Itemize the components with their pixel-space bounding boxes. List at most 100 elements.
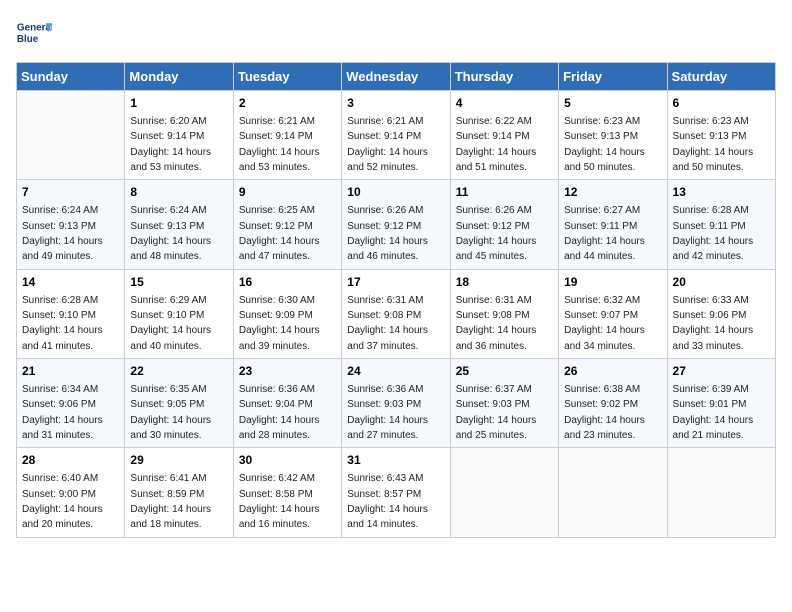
calendar-week-row: 14 Sunrise: 6:28 AM Sunset: 9:10 PM Dayli…: [17, 269, 776, 358]
day-info: Sunrise: 6:36 AM Sunset: 9:03 PM Dayligh…: [347, 384, 428, 441]
calendar-cell: [559, 448, 667, 537]
day-info: Sunrise: 6:26 AM Sunset: 9:12 PM Dayligh…: [456, 205, 537, 262]
day-number: 5: [564, 95, 661, 112]
day-info: Sunrise: 6:36 AM Sunset: 9:04 PM Dayligh…: [239, 384, 320, 441]
calendar-week-row: 21 Sunrise: 6:34 AM Sunset: 9:06 PM Dayli…: [17, 359, 776, 448]
day-number: 10: [347, 184, 444, 201]
day-number: 23: [239, 363, 336, 380]
day-info: Sunrise: 6:23 AM Sunset: 9:13 PM Dayligh…: [673, 116, 754, 173]
calendar-cell: 21 Sunrise: 6:34 AM Sunset: 9:06 PM Dayli…: [17, 359, 125, 448]
calendar-cell: 11 Sunrise: 6:26 AM Sunset: 9:12 PM Dayli…: [450, 180, 558, 269]
day-info: Sunrise: 6:42 AM Sunset: 8:58 PM Dayligh…: [239, 473, 320, 530]
weekday-header: Sunday: [17, 63, 125, 91]
day-info: Sunrise: 6:28 AM Sunset: 9:10 PM Dayligh…: [22, 295, 103, 352]
day-info: Sunrise: 6:28 AM Sunset: 9:11 PM Dayligh…: [673, 205, 754, 262]
day-number: 20: [673, 274, 770, 291]
day-info: Sunrise: 6:31 AM Sunset: 9:08 PM Dayligh…: [347, 295, 428, 352]
calendar-cell: 19 Sunrise: 6:32 AM Sunset: 9:07 PM Dayli…: [559, 269, 667, 358]
day-info: Sunrise: 6:40 AM Sunset: 9:00 PM Dayligh…: [22, 473, 103, 530]
day-number: 31: [347, 452, 444, 469]
day-info: Sunrise: 6:32 AM Sunset: 9:07 PM Dayligh…: [564, 295, 645, 352]
day-info: Sunrise: 6:21 AM Sunset: 9:14 PM Dayligh…: [347, 116, 428, 173]
calendar-cell: 14 Sunrise: 6:28 AM Sunset: 9:10 PM Dayli…: [17, 269, 125, 358]
day-number: 24: [347, 363, 444, 380]
day-number: 4: [456, 95, 553, 112]
day-number: 18: [456, 274, 553, 291]
calendar-table: SundayMondayTuesdayWednesdayThursdayFrid…: [16, 62, 776, 538]
day-info: Sunrise: 6:31 AM Sunset: 9:08 PM Dayligh…: [456, 295, 537, 352]
day-info: Sunrise: 6:25 AM Sunset: 9:12 PM Dayligh…: [239, 205, 320, 262]
logo-icon: General Blue: [16, 16, 52, 52]
calendar-cell: 3 Sunrise: 6:21 AM Sunset: 9:14 PM Daylig…: [342, 91, 450, 180]
day-info: Sunrise: 6:24 AM Sunset: 9:13 PM Dayligh…: [22, 205, 103, 262]
calendar-week-row: 28 Sunrise: 6:40 AM Sunset: 9:00 PM Dayli…: [17, 448, 776, 537]
calendar-cell: 9 Sunrise: 6:25 AM Sunset: 9:12 PM Daylig…: [233, 180, 341, 269]
day-info: Sunrise: 6:27 AM Sunset: 9:11 PM Dayligh…: [564, 205, 645, 262]
day-number: 1: [130, 95, 227, 112]
day-info: Sunrise: 6:29 AM Sunset: 9:10 PM Dayligh…: [130, 295, 211, 352]
day-info: Sunrise: 6:21 AM Sunset: 9:14 PM Dayligh…: [239, 116, 320, 173]
day-number: 26: [564, 363, 661, 380]
weekday-header: Monday: [125, 63, 233, 91]
calendar-cell: 2 Sunrise: 6:21 AM Sunset: 9:14 PM Daylig…: [233, 91, 341, 180]
calendar-cell: [450, 448, 558, 537]
day-info: Sunrise: 6:39 AM Sunset: 9:01 PM Dayligh…: [673, 384, 754, 441]
calendar-cell: 27 Sunrise: 6:39 AM Sunset: 9:01 PM Dayli…: [667, 359, 775, 448]
calendar-cell: 22 Sunrise: 6:35 AM Sunset: 9:05 PM Dayli…: [125, 359, 233, 448]
day-number: 13: [673, 184, 770, 201]
day-info: Sunrise: 6:34 AM Sunset: 9:06 PM Dayligh…: [22, 384, 103, 441]
calendar-cell: 29Sunrise: 6:41 AM Sunset: 8:59 PM Dayli…: [125, 448, 233, 537]
calendar-cell: 31 Sunrise: 6:43 AM Sunset: 8:57 PM Dayli…: [342, 448, 450, 537]
calendar-cell: 28 Sunrise: 6:40 AM Sunset: 9:00 PM Dayli…: [17, 448, 125, 537]
day-number: 15: [130, 274, 227, 291]
calendar-cell: 10Sunrise: 6:26 AM Sunset: 9:12 PM Dayli…: [342, 180, 450, 269]
calendar-cell: 30Sunrise: 6:42 AM Sunset: 8:58 PM Dayli…: [233, 448, 341, 537]
day-info: Sunrise: 6:30 AM Sunset: 9:09 PM Dayligh…: [239, 295, 320, 352]
day-number: 28: [22, 452, 119, 469]
calendar-cell: 18 Sunrise: 6:31 AM Sunset: 9:08 PM Dayli…: [450, 269, 558, 358]
day-info: Sunrise: 6:38 AM Sunset: 9:02 PM Dayligh…: [564, 384, 645, 441]
day-info: Sunrise: 6:20 AM Sunset: 9:14 PM Dayligh…: [130, 116, 211, 173]
calendar-cell: 1 Sunrise: 6:20 AM Sunset: 9:14 PM Daylig…: [125, 91, 233, 180]
calendar-cell: 23 Sunrise: 6:36 AM Sunset: 9:04 PM Dayli…: [233, 359, 341, 448]
day-number: 12: [564, 184, 661, 201]
weekday-header: Tuesday: [233, 63, 341, 91]
calendar-cell: 12 Sunrise: 6:27 AM Sunset: 9:11 PM Dayli…: [559, 180, 667, 269]
day-number: 8: [130, 184, 227, 201]
day-number: 7: [22, 184, 119, 201]
calendar-cell: 5 Sunrise: 6:23 AM Sunset: 9:13 PM Daylig…: [559, 91, 667, 180]
day-number: 16: [239, 274, 336, 291]
calendar-cell: 20 Sunrise: 6:33 AM Sunset: 9:06 PM Dayli…: [667, 269, 775, 358]
day-info: Sunrise: 6:43 AM Sunset: 8:57 PM Dayligh…: [347, 473, 428, 530]
day-number: 6: [673, 95, 770, 112]
day-number: 17: [347, 274, 444, 291]
day-info: Sunrise: 6:35 AM Sunset: 9:05 PM Dayligh…: [130, 384, 211, 441]
logo: General Blue: [16, 16, 52, 52]
day-number: 14: [22, 274, 119, 291]
day-number: 27: [673, 363, 770, 380]
day-number: 2: [239, 95, 336, 112]
calendar-week-row: 1 Sunrise: 6:20 AM Sunset: 9:14 PM Daylig…: [17, 91, 776, 180]
weekday-header: Thursday: [450, 63, 558, 91]
day-number: 11: [456, 184, 553, 201]
weekday-header: Saturday: [667, 63, 775, 91]
page-header: General Blue: [16, 16, 776, 52]
calendar-cell: 6 Sunrise: 6:23 AM Sunset: 9:13 PM Daylig…: [667, 91, 775, 180]
svg-text:Blue: Blue: [17, 34, 39, 45]
weekday-header-row: SundayMondayTuesdayWednesdayThursdayFrid…: [17, 63, 776, 91]
day-info: Sunrise: 6:23 AM Sunset: 9:13 PM Dayligh…: [564, 116, 645, 173]
day-number: 19: [564, 274, 661, 291]
calendar-cell: 4 Sunrise: 6:22 AM Sunset: 9:14 PM Daylig…: [450, 91, 558, 180]
day-number: 9: [239, 184, 336, 201]
day-number: 25: [456, 363, 553, 380]
day-info: Sunrise: 6:41 AM Sunset: 8:59 PM Dayligh…: [130, 473, 211, 530]
day-number: 21: [22, 363, 119, 380]
weekday-header: Friday: [559, 63, 667, 91]
day-number: 3: [347, 95, 444, 112]
day-info: Sunrise: 6:33 AM Sunset: 9:06 PM Dayligh…: [673, 295, 754, 352]
day-number: 22: [130, 363, 227, 380]
weekday-header: Wednesday: [342, 63, 450, 91]
calendar-cell: 17 Sunrise: 6:31 AM Sunset: 9:08 PM Dayli…: [342, 269, 450, 358]
day-info: Sunrise: 6:22 AM Sunset: 9:14 PM Dayligh…: [456, 116, 537, 173]
calendar-cell: 26 Sunrise: 6:38 AM Sunset: 9:02 PM Dayli…: [559, 359, 667, 448]
